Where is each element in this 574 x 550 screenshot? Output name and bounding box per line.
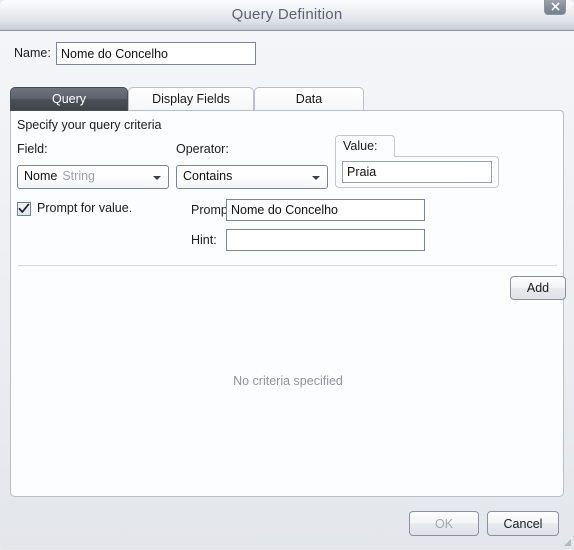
chevron-down-icon — [153, 176, 161, 180]
chevron-down-icon — [312, 176, 320, 180]
field-dropdown-type: String — [62, 169, 95, 183]
query-definition-dialog: Query Definition Name: Query Display Fie… — [0, 0, 574, 549]
window-title: Query Definition — [231, 6, 343, 23]
name-label: Name: — [14, 46, 51, 60]
section-divider — [18, 265, 557, 266]
no-criteria-message: No criteria specified — [233, 374, 343, 388]
tab-strip: Query Display Fields Data — [10, 87, 564, 111]
hint-label: Hint: — [191, 233, 217, 247]
resize-grip[interactable] — [560, 535, 572, 547]
tab-data[interactable]: Data — [254, 87, 364, 111]
add-button[interactable]: Add — [510, 276, 566, 300]
title-bar: Query Definition — [0, 0, 574, 31]
name-row: Name: — [0, 42, 574, 66]
prompt-for-value-checkbox[interactable] — [17, 202, 31, 216]
cancel-button[interactable]: Cancel — [487, 511, 559, 536]
field-label: Field: — [17, 142, 48, 156]
field-dropdown-text: Nome String — [24, 169, 95, 183]
tab-query[interactable]: Query — [10, 87, 128, 111]
operator-dropdown-value: Contains — [183, 169, 233, 183]
operator-label: Operator: — [176, 142, 229, 156]
name-input[interactable] — [56, 42, 256, 65]
value-label: Value: — [343, 139, 378, 153]
value-input[interactable] — [342, 161, 492, 183]
operator-dropdown[interactable]: Contains — [176, 165, 328, 189]
field-dropdown-value: Nome — [24, 169, 58, 183]
hint-input[interactable] — [226, 229, 425, 251]
ok-button[interactable]: OK — [409, 511, 479, 536]
prompt-for-value-label: Prompt for value. — [37, 201, 133, 215]
close-icon[interactable] — [544, 0, 566, 15]
tab-display-fields[interactable]: Display Fields — [128, 87, 254, 111]
criteria-instruction: Specify your query criteria — [17, 118, 162, 132]
field-dropdown[interactable]: Nome String — [17, 165, 169, 189]
query-panel: Specify your query criteria Field: Opera… — [10, 110, 566, 497]
value-label-tab: Value: — [335, 135, 395, 157]
prompt-input[interactable] — [226, 199, 425, 221]
